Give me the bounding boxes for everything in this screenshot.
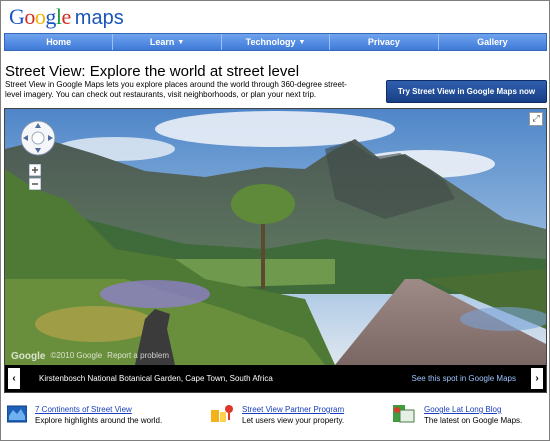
street-view-image[interactable] (5, 109, 546, 365)
intro-description: Street View in Google Maps lets you expl… (5, 80, 347, 99)
nav-learn[interactable]: Learn ▼ (113, 34, 222, 50)
partner-subtitle: Let users view your property. (242, 416, 345, 425)
next-arrow-icon[interactable]: › (531, 368, 543, 389)
report-problem-link[interactable]: Report a problem (107, 351, 169, 362)
watermark-logo: Google (11, 351, 46, 362)
google-maps-logo[interactable]: Google maps (9, 4, 124, 29)
feature-partner: Street View Partner Program Let users vi… (210, 404, 344, 426)
nav-privacy[interactable]: Privacy (330, 34, 439, 50)
chevron-down-icon: ▼ (177, 38, 185, 46)
see-in-maps-link[interactable]: See this spot in Google Maps (411, 374, 516, 383)
nav-technology[interactable]: Technology ▼ (222, 34, 331, 50)
caption-bar: ‹ Kirstenbosch National Botanical Garden… (5, 365, 546, 392)
nav-label: Gallery (477, 37, 508, 47)
nav-home[interactable]: Home (5, 34, 114, 50)
partner-pins-icon[interactable] (210, 404, 234, 424)
page-title: Street View: Explore the world at street… (5, 63, 300, 80)
zoom-control[interactable] (29, 164, 41, 190)
chevron-down-icon: ▼ (298, 38, 306, 46)
nav-label: Technology (245, 37, 296, 47)
continents-link[interactable]: 7 Continents of Street View (35, 404, 162, 415)
feature-continents: 7 Continents of Street View Explore high… (7, 404, 162, 426)
nav-gallery[interactable]: Gallery (439, 34, 546, 50)
blog-map-icon[interactable] (392, 404, 416, 424)
previous-arrow-icon[interactable]: ‹ (8, 368, 20, 389)
nav-label: Learn (149, 37, 175, 47)
partner-link[interactable]: Street View Partner Program (242, 404, 344, 415)
location-caption: Kirstenbosch National Botanical Garden, … (39, 374, 273, 383)
product-name: maps (74, 7, 124, 29)
globe-map-icon[interactable] (7, 404, 27, 424)
street-view-panel[interactable]: ⤢ Google ©2010 Google Report a problem ‹… (4, 108, 547, 393)
nav-label: Privacy (367, 37, 400, 47)
nav-label: Home (46, 37, 72, 47)
blog-link[interactable]: Google Lat Long Blog (424, 404, 522, 415)
pan-control[interactable] (19, 119, 57, 157)
main-nav: Home Learn ▼ Technology ▼ Privacy Gallery (4, 33, 547, 51)
image-watermark: Google ©2010 Google Report a problem (11, 351, 169, 362)
try-street-view-button[interactable]: Try Street View in Google Maps now (386, 80, 547, 103)
feature-blog: Google Lat Long Blog The latest on Googl… (392, 404, 522, 426)
blog-subtitle: The latest on Google Maps. (424, 416, 523, 425)
continents-subtitle: Explore highlights around the world. (35, 416, 163, 425)
expand-icon[interactable]: ⤢ (529, 112, 543, 126)
watermark-copyright: ©2010 Google (50, 351, 103, 360)
google-wordmark: Google (9, 4, 71, 29)
